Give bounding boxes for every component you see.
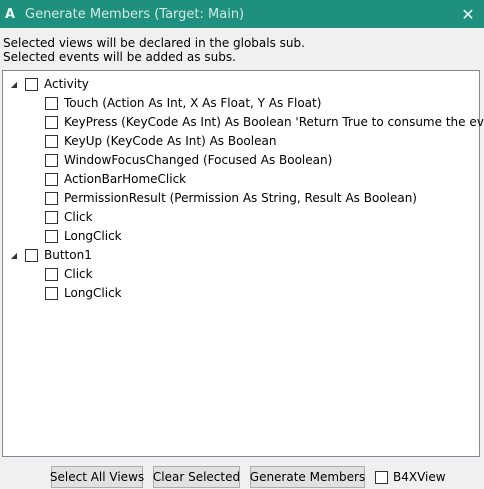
members-tree[interactable]: ◢ Activity Touch (Action As Int, X As Fl…	[2, 70, 484, 457]
event-label: Touch (Action As Int, X As Float, Y As F…	[64, 96, 322, 110]
tree-item-event[interactable]: LongClick	[45, 284, 122, 302]
tree-item-event[interactable]: PermissionResult (Permission As String, …	[45, 189, 417, 207]
event-checkbox[interactable]	[45, 134, 58, 148]
info-line-events: Selected events will be added as subs.	[3, 50, 236, 64]
tree-node-button1[interactable]: ◢ Button1	[9, 246, 92, 264]
expanded-arrow-icon[interactable]: ◢	[9, 80, 19, 89]
event-checkbox[interactable]	[45, 286, 58, 300]
event-checkbox[interactable]	[45, 96, 58, 110]
event-checkbox[interactable]	[45, 229, 58, 243]
title-bar: A Generate Members (Target: Main) ✕	[0, 0, 484, 28]
event-label: KeyPress (KeyCode As Int) As Boolean 'Re…	[64, 115, 484, 129]
close-icon[interactable]: ✕	[458, 4, 478, 24]
tree-item-event[interactable]: Click	[45, 265, 93, 283]
event-label: WindowFocusChanged (Focused As Boolean)	[64, 153, 333, 167]
tree-node-label: Button1	[44, 248, 92, 262]
window-title: Generate Members (Target: Main)	[25, 6, 245, 22]
generate-members-button[interactable]: Generate Members	[250, 466, 365, 488]
tree-item-event[interactable]: KeyUp (KeyCode As Int) As Boolean	[45, 132, 276, 150]
event-label: Click	[64, 210, 93, 224]
event-label: ActionBarHomeClick	[64, 172, 187, 186]
event-checkbox[interactable]	[45, 153, 58, 167]
activity-checkbox[interactable]	[25, 77, 38, 91]
clear-selected-button[interactable]: Clear Selected	[153, 466, 240, 488]
event-label: PermissionResult (Permission As String, …	[64, 191, 417, 205]
event-checkbox[interactable]	[45, 172, 58, 186]
tree-item-event[interactable]: KeyPress (KeyCode As Int) As Boolean 'Re…	[45, 113, 484, 131]
tree-node-label: Activity	[44, 77, 89, 91]
tree-node-activity[interactable]: ◢ Activity	[9, 75, 89, 93]
tree-item-event[interactable]: Click	[45, 208, 93, 226]
b4xview-label: B4XView	[393, 470, 446, 484]
event-checkbox[interactable]	[45, 210, 58, 224]
app-icon: A	[5, 6, 16, 22]
event-checkbox[interactable]	[45, 267, 58, 281]
select-all-views-button[interactable]: Select All Views	[50, 466, 144, 488]
event-label: KeyUp (KeyCode As Int) As Boolean	[64, 134, 277, 148]
event-label: Click	[64, 267, 93, 281]
tree-item-event[interactable]: ActionBarHomeClick	[45, 170, 186, 188]
info-line-views: Selected views will be declared in the g…	[3, 36, 305, 50]
b4xview-option[interactable]: B4XView	[375, 470, 446, 484]
info-text: Selected views will be declared in the g…	[3, 36, 305, 64]
event-label: LongClick	[64, 286, 122, 300]
button1-checkbox[interactable]	[25, 248, 38, 262]
expanded-arrow-icon[interactable]: ◢	[9, 251, 19, 260]
b4xview-checkbox[interactable]	[375, 470, 388, 484]
tree-item-event[interactable]: LongClick	[45, 227, 122, 245]
event-checkbox[interactable]	[45, 115, 58, 129]
tree-item-event[interactable]: Touch (Action As Int, X As Float, Y As F…	[45, 94, 321, 112]
tree-item-event[interactable]: WindowFocusChanged (Focused As Boolean)	[45, 151, 332, 169]
event-checkbox[interactable]	[45, 191, 58, 205]
event-label: LongClick	[64, 229, 122, 243]
button-bar: Select All Views Clear Selected Generate…	[0, 466, 484, 488]
